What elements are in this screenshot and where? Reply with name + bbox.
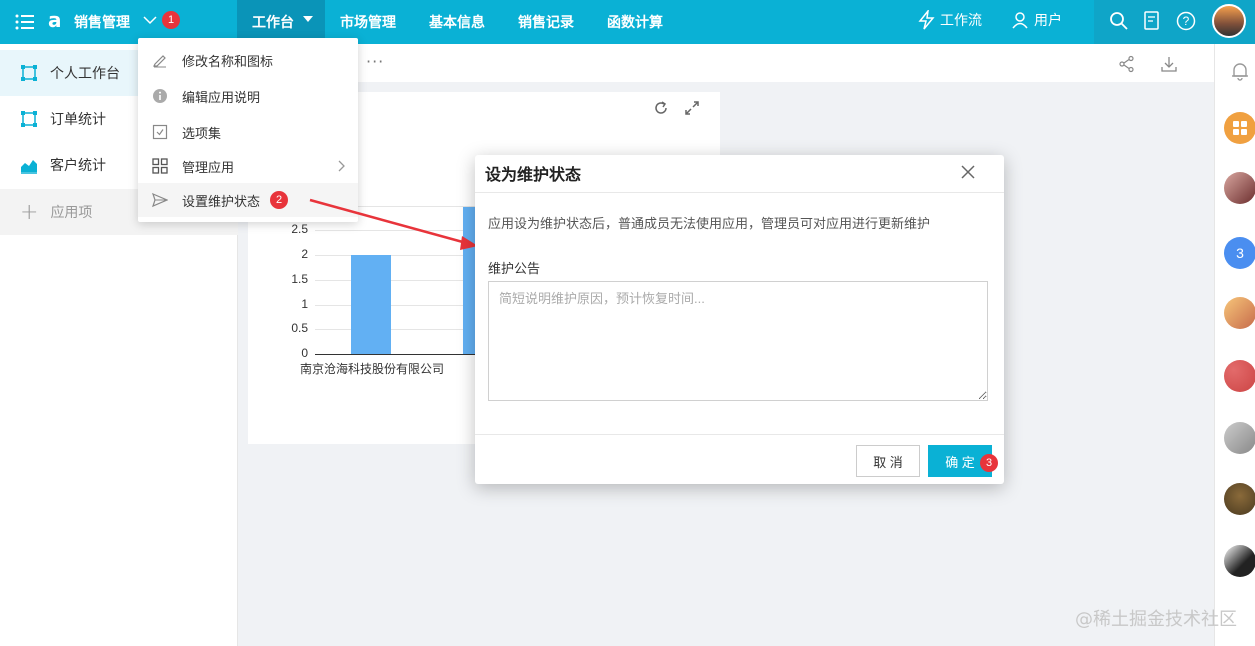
caret-down-icon[interactable] — [303, 16, 313, 22]
sidebar-item-label: 客户统计 — [50, 158, 106, 174]
frame-icon — [21, 111, 37, 127]
contact-avatar[interactable] — [1224, 297, 1255, 329]
menu-item-edit-description[interactable]: 编辑应用说明 — [138, 79, 358, 113]
dialog-description: 应用设为维护状态后，普通成员无法使用应用，管理员可对应用进行更新维护 — [488, 217, 931, 232]
step-badge: 1 — [162, 11, 180, 29]
add-app-item-label: 应用项 — [50, 205, 93, 221]
app-logo: a — [48, 8, 62, 32]
y-tick-label: 1 — [301, 296, 308, 311]
frame-icon — [21, 65, 37, 81]
menu-item-option-sets[interactable]: 选项集 — [138, 115, 358, 149]
tab-sales-records[interactable]: 销售记录 — [518, 12, 574, 32]
contact-avatar[interactable] — [1224, 422, 1255, 454]
menu-icon[interactable] — [14, 11, 36, 33]
plus-icon: + — [20, 199, 39, 225]
tab-market[interactable]: 市场管理 — [340, 12, 396, 32]
document-icon[interactable] — [1141, 10, 1163, 32]
maintenance-dialog: 设为维护状态 应用设为维护状态后，普通成员无法使用应用，管理员可对应用进行更新维… — [475, 155, 1004, 484]
group-avatar[interactable] — [1224, 360, 1255, 392]
watermark: @稀土掘金技术社区 — [1075, 609, 1237, 630]
divider — [475, 192, 1004, 193]
gridline — [315, 329, 475, 331]
refresh-icon[interactable] — [653, 100, 669, 116]
x-tick-label: 南京沧海科技股份有限公司 — [300, 362, 445, 376]
tab-workbench[interactable]: 工作台 — [252, 12, 294, 32]
svg-text:?: ? — [1183, 14, 1190, 28]
step-badge: 2 — [270, 191, 288, 209]
gridline — [315, 255, 475, 256]
group-avatar[interactable] — [1224, 483, 1255, 515]
download-icon[interactable] — [1160, 55, 1178, 73]
contact-avatar[interactable] — [1224, 172, 1255, 204]
close-icon[interactable] — [959, 163, 977, 181]
sidebar-item-label: 个人工作台 — [50, 66, 120, 82]
y-tick-label: 0 — [301, 346, 308, 360]
more-icon[interactable]: ··· — [366, 52, 384, 71]
area-chart-icon — [21, 160, 37, 174]
apps-grid-button[interactable] — [1224, 112, 1255, 144]
y-tick-label: 2.5 — [291, 222, 308, 237]
bell-icon[interactable] — [1229, 60, 1251, 82]
bar[interactable] — [351, 255, 391, 354]
x-axis-line — [315, 354, 475, 355]
edit-icon — [153, 55, 166, 68]
sidebar-item-label: 订单统计 — [50, 112, 106, 128]
chevron-down-icon[interactable] — [142, 12, 158, 28]
app-name[interactable]: 销售管理 — [74, 12, 130, 32]
workflow-label: 工作流 — [940, 13, 982, 29]
gridline — [315, 279, 475, 281]
users-button[interactable]: 用户 — [1010, 10, 1062, 30]
workflow-button[interactable]: 工作流 — [918, 10, 982, 30]
divider — [475, 434, 1004, 435]
notice-label: 维护公告 — [488, 262, 541, 277]
menu-item-label: 选项集 — [182, 126, 222, 142]
y-tick-label: 0.5 — [291, 321, 308, 336]
menu-item-label: 编辑应用说明 — [182, 90, 261, 106]
group-count-avatar[interactable]: 3 — [1224, 237, 1255, 269]
grid-icon — [152, 158, 168, 174]
info-icon — [153, 89, 167, 103]
checkbox-icon — [152, 124, 168, 140]
app-settings-dropdown: 修改名称和图标 编辑应用说明 选项集 管理应用 设置维护状态 2 — [138, 38, 358, 222]
share-icon[interactable] — [1118, 55, 1136, 73]
menu-item-rename[interactable]: 修改名称和图标 — [138, 43, 358, 77]
chevron-right-icon — [338, 160, 345, 172]
apps-icon — [1233, 121, 1247, 135]
menu-item-label: 管理应用 — [182, 160, 235, 176]
notice-textarea[interactable] — [488, 281, 988, 401]
search-icon[interactable] — [1108, 10, 1130, 32]
contact-avatar[interactable] — [1224, 545, 1255, 577]
step-badge: 3 — [980, 454, 998, 472]
menu-item-label: 修改名称和图标 — [182, 54, 274, 70]
menu-item-manage-app[interactable]: 管理应用 — [138, 149, 358, 183]
help-icon[interactable]: ? — [1175, 10, 1197, 32]
gridline — [315, 304, 475, 306]
user-avatar[interactable] — [1212, 4, 1246, 38]
gridline — [315, 230, 475, 232]
tab-function-calc[interactable]: 函数计算 — [607, 12, 663, 32]
y-tick-label: 1.5 — [291, 271, 308, 286]
cancel-button[interactable]: 取 消 — [856, 445, 920, 477]
menu-item-label: 设置维护状态 — [182, 194, 261, 210]
user-icon — [1012, 12, 1028, 29]
send-icon — [152, 192, 168, 208]
dialog-title: 设为维护状态 — [485, 165, 582, 184]
bar[interactable] — [463, 207, 475, 354]
content-toolbar — [238, 44, 1214, 82]
users-label: 用户 — [1034, 13, 1062, 29]
tab-basic-info[interactable]: 基本信息 — [429, 12, 485, 32]
y-tick-label: 2 — [301, 247, 308, 261]
menu-item-set-maintenance[interactable]: 设置维护状态 2 — [138, 183, 358, 217]
lightning-icon — [918, 10, 935, 30]
expand-icon[interactable] — [684, 100, 700, 116]
